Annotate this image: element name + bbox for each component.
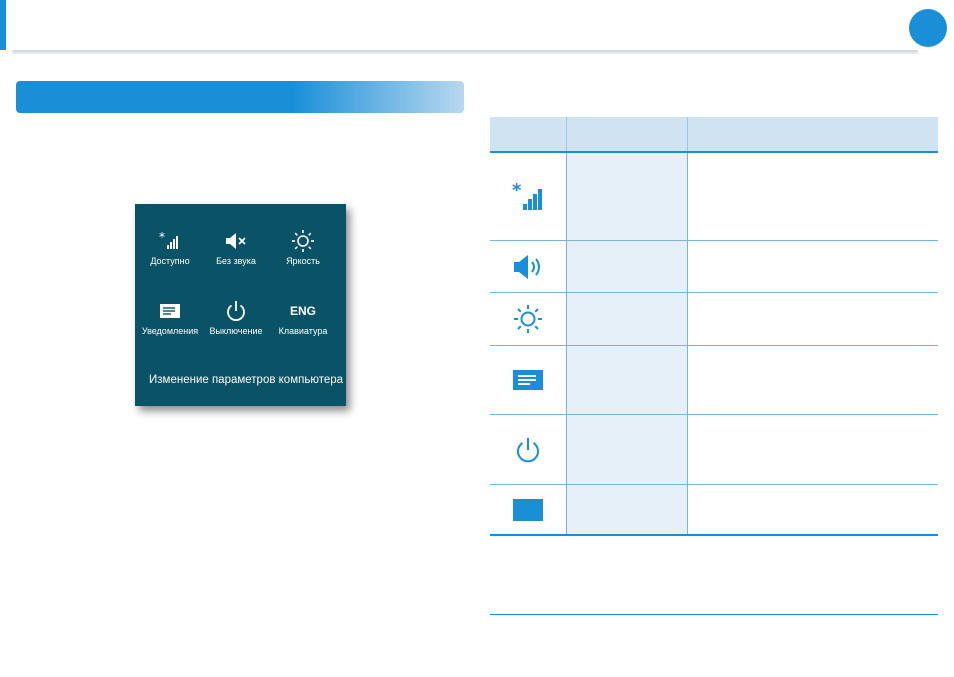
table-row	[490, 241, 938, 292]
brightness-sun-icon	[490, 293, 566, 345]
left-accent-bar	[0, 0, 6, 50]
charm-notifications-label: Уведомления	[141, 326, 199, 336]
charm-keyboard[interactable]: ENG Клавиатура	[268, 298, 338, 336]
brightness-sun-icon	[268, 228, 338, 254]
settings-charm-panel: * Доступно Без звука Яркость Уведомления…	[135, 204, 346, 406]
table-row: *	[490, 153, 938, 240]
table-header	[490, 117, 938, 152]
network-bars-icon: *	[490, 153, 566, 240]
svg-text:*: *	[159, 231, 165, 244]
charm-volume[interactable]: Без звука	[201, 228, 271, 266]
svg-text:*: *	[512, 182, 522, 201]
charm-network-label: Доступно	[150, 256, 190, 266]
power-icon	[201, 298, 271, 324]
table-bottom-rule	[490, 534, 938, 536]
table-cell	[566, 153, 688, 240]
table-cell	[566, 415, 688, 484]
power-icon	[490, 415, 566, 484]
section-title-bar	[16, 81, 464, 113]
charm-brightness[interactable]: Яркость	[268, 228, 338, 266]
charm-volume-label: Без звука	[216, 256, 256, 266]
table-row	[490, 346, 938, 414]
keyboard-language-text: ENG	[289, 304, 316, 318]
charm-power-label: Выключение	[209, 326, 263, 336]
mute-speaker-icon	[201, 228, 271, 254]
table-row	[490, 485, 938, 534]
page-number-badge	[909, 9, 947, 47]
charm-notifications[interactable]: Уведомления	[135, 298, 205, 336]
notifications-icon	[135, 298, 205, 324]
change-pc-settings-link[interactable]: Изменение параметров компьютера	[149, 374, 343, 386]
notifications-icon	[490, 346, 566, 414]
charm-keyboard-label: Клавиатура	[278, 326, 328, 336]
charm-brightness-label: Яркость	[286, 256, 320, 266]
header-rule	[12, 50, 918, 54]
table-row	[490, 415, 938, 484]
table-row	[490, 293, 938, 345]
charm-network[interactable]: * Доступно	[135, 228, 205, 266]
note-rule	[490, 614, 938, 615]
table-cell	[566, 485, 688, 534]
keyboard-square-icon	[490, 485, 566, 534]
table-cell	[566, 293, 688, 345]
charm-power[interactable]: Выключение	[201, 298, 271, 336]
keyboard-language-icon: ENG	[268, 298, 338, 324]
table-cell	[566, 346, 688, 414]
network-bars-icon: *	[135, 228, 205, 254]
table-cell	[566, 241, 688, 292]
speaker-volume-icon	[490, 241, 566, 292]
